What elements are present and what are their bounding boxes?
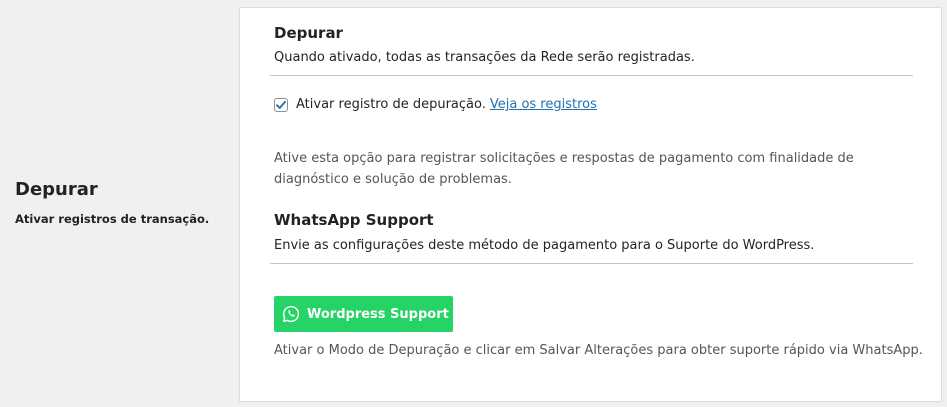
field-title: Depurar [15, 179, 98, 200]
debug-log-checkbox-label: Ativar registro de depuração. [296, 97, 486, 112]
debug-section-title: Depurar [274, 24, 343, 42]
whatsapp-divider [270, 263, 913, 264]
settings-page: Depurar Ativar registros de transação. D… [0, 0, 947, 407]
view-logs-link[interactable]: Veja os registros [490, 96, 597, 114]
debug-section-description: Quando ativado, todas as transações da R… [274, 50, 695, 65]
whatsapp-help-text: Ativar o Modo de Depuração e clicar em S… [274, 343, 923, 358]
debug-divider [270, 75, 913, 76]
debug-help-text: Ative esta opção para registrar solicita… [274, 151, 854, 187]
debug-log-checkbox[interactable] [274, 98, 288, 112]
checkmark-icon [276, 100, 286, 109]
settings-card: Depurar Quando ativado, todas as transaç… [239, 7, 942, 402]
field-description: Ativar registros de transação. [15, 212, 210, 226]
field-label-column: Depurar Ativar registros de transação. [15, 178, 230, 227]
whatsapp-section-description: Envie as configurações deste método de p… [274, 238, 815, 253]
debug-log-option[interactable]: Ativar registro de depuração. Veja os re… [274, 96, 597, 114]
whatsapp-section-title: WhatsApp Support [274, 211, 434, 229]
wordpress-support-button-label: Wordpress Support [307, 306, 449, 322]
whatsapp-icon [282, 305, 300, 323]
wordpress-support-button[interactable]: Wordpress Support [274, 296, 453, 332]
